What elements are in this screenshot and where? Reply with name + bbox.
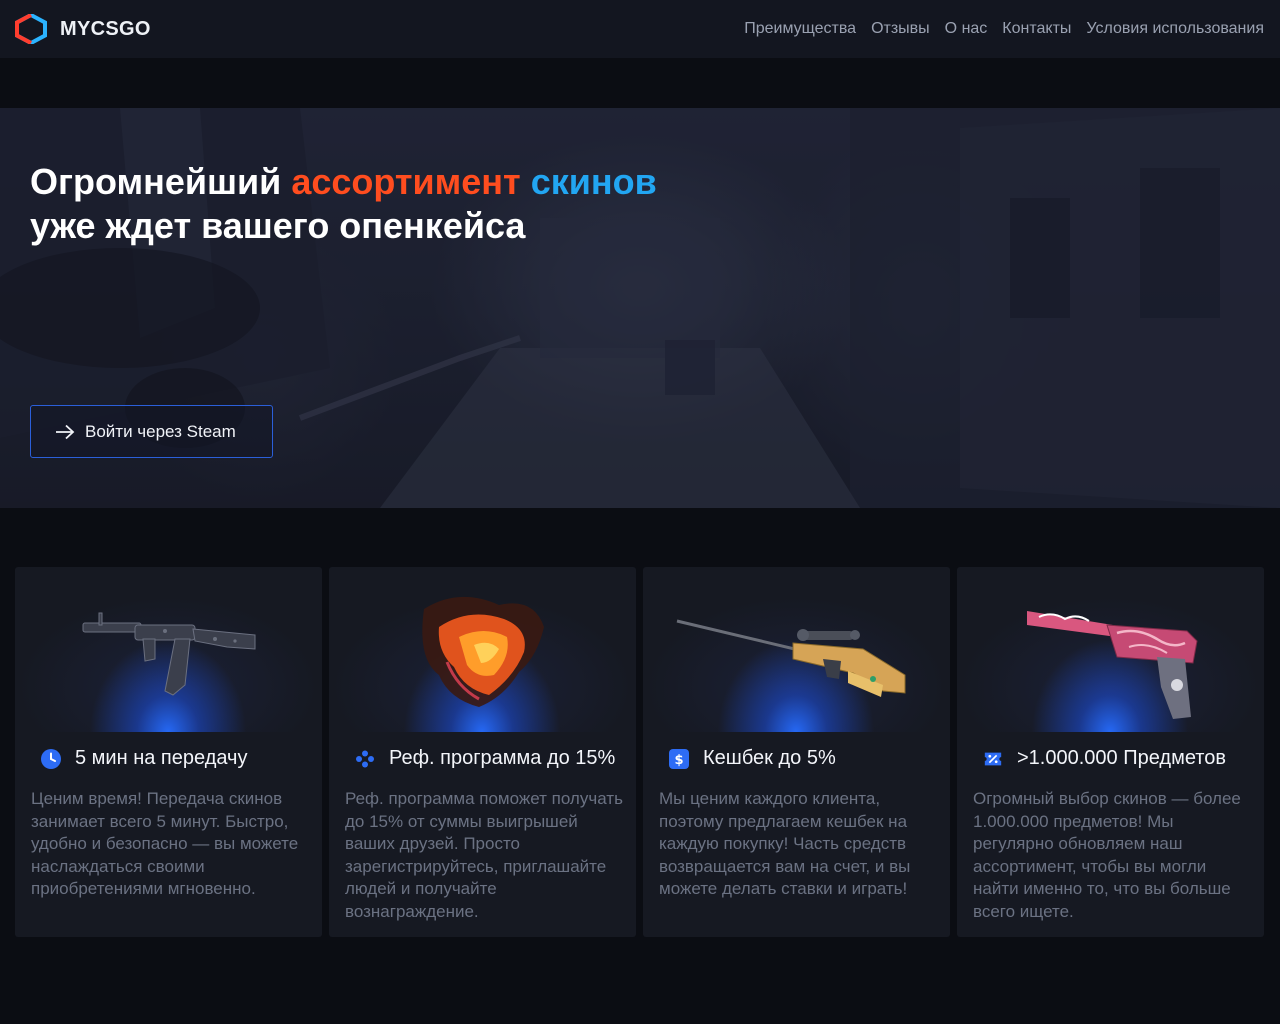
- brand-name: MYCSGO: [60, 17, 151, 40]
- feature-card-description: Огромный выбор скинов — более 1.000.000 …: [973, 789, 1241, 921]
- feature-card-title-text: Реф. программа до 15%: [389, 747, 616, 769]
- awp-skin-image: [643, 567, 950, 732]
- hero-banner: Огромнейший ассортимент скинов уже ждет …: [0, 108, 1280, 508]
- hero-title-line2: уже ждет вашего опенкейса: [30, 205, 526, 246]
- ak47-skin-image: [15, 567, 322, 732]
- steam-login-label: Войти через Steam: [85, 421, 236, 441]
- sticker-skin-image: [329, 567, 636, 732]
- feature-card-description: Реф. программа поможет получать до 15% о…: [345, 789, 623, 921]
- main-nav: Преимущества Отзывы О нас Контакты Услов…: [744, 20, 1264, 38]
- feature-card-title: $ Кешбек до 5%: [669, 747, 836, 770]
- hero-title-highlight-skins: скинов: [530, 161, 657, 202]
- percent-ticket-icon: [983, 749, 1003, 769]
- feature-card-title: Реф. программа до 15%: [355, 747, 615, 770]
- hero-title: Огромнейший ассортимент скинов уже ждет …: [30, 160, 657, 248]
- feature-card-cashback: $ Кешбек до 5% Мы ценим каждого клиента,…: [643, 567, 950, 937]
- top-header: MYCSGO Преимущества Отзывы О нас Контакт…: [0, 0, 1280, 58]
- hero-title-highlight-assortment: ассортимент: [291, 161, 521, 202]
- feature-card-title: 5 мин на передачу: [41, 747, 247, 770]
- feature-card-items: >1.000.000 Предметов Огромный выбор скин…: [957, 567, 1264, 937]
- hero-title-space: [521, 161, 531, 202]
- nav-contacts[interactable]: Контакты: [1002, 20, 1071, 38]
- nav-terms[interactable]: Условия использования: [1086, 20, 1264, 38]
- arrow-right-icon: [56, 424, 75, 439]
- nav-about[interactable]: О нас: [945, 20, 988, 38]
- feature-card-title-text: >1.000.000 Предметов: [1017, 747, 1226, 769]
- feature-card-title: >1.000.000 Предметов: [983, 747, 1226, 770]
- feature-card-description: Мы ценим каждого клиента, поэтому предла…: [659, 789, 911, 899]
- users-icon: [355, 749, 375, 769]
- clock-icon: [41, 748, 61, 769]
- svg-text:$: $: [674, 753, 683, 768]
- feature-card-title-text: 5 мин на передачу: [75, 747, 248, 769]
- usp-skin-image: [957, 567, 1264, 732]
- brand[interactable]: MYCSGO: [14, 14, 151, 44]
- feature-card-referral: Реф. программа до 15% Реф. программа пом…: [329, 567, 636, 937]
- hero-title-part1: Огромнейший: [30, 161, 292, 202]
- nav-reviews[interactable]: Отзывы: [871, 20, 930, 38]
- feature-card-title-text: Кешбек до 5%: [703, 747, 836, 769]
- nav-advantages[interactable]: Преимущества: [744, 20, 856, 38]
- feature-card-transfer: 5 мин на передачу Ценим время! Передача …: [15, 567, 322, 937]
- logo-icon: [15, 14, 47, 44]
- steam-login-button[interactable]: Войти через Steam: [30, 405, 273, 458]
- dollar-icon: $: [669, 748, 689, 769]
- feature-card-description: Ценим время! Передача скинов занимает вс…: [31, 789, 299, 899]
- feature-cards: 5 мин на передачу Ценим время! Передача …: [15, 567, 1264, 937]
